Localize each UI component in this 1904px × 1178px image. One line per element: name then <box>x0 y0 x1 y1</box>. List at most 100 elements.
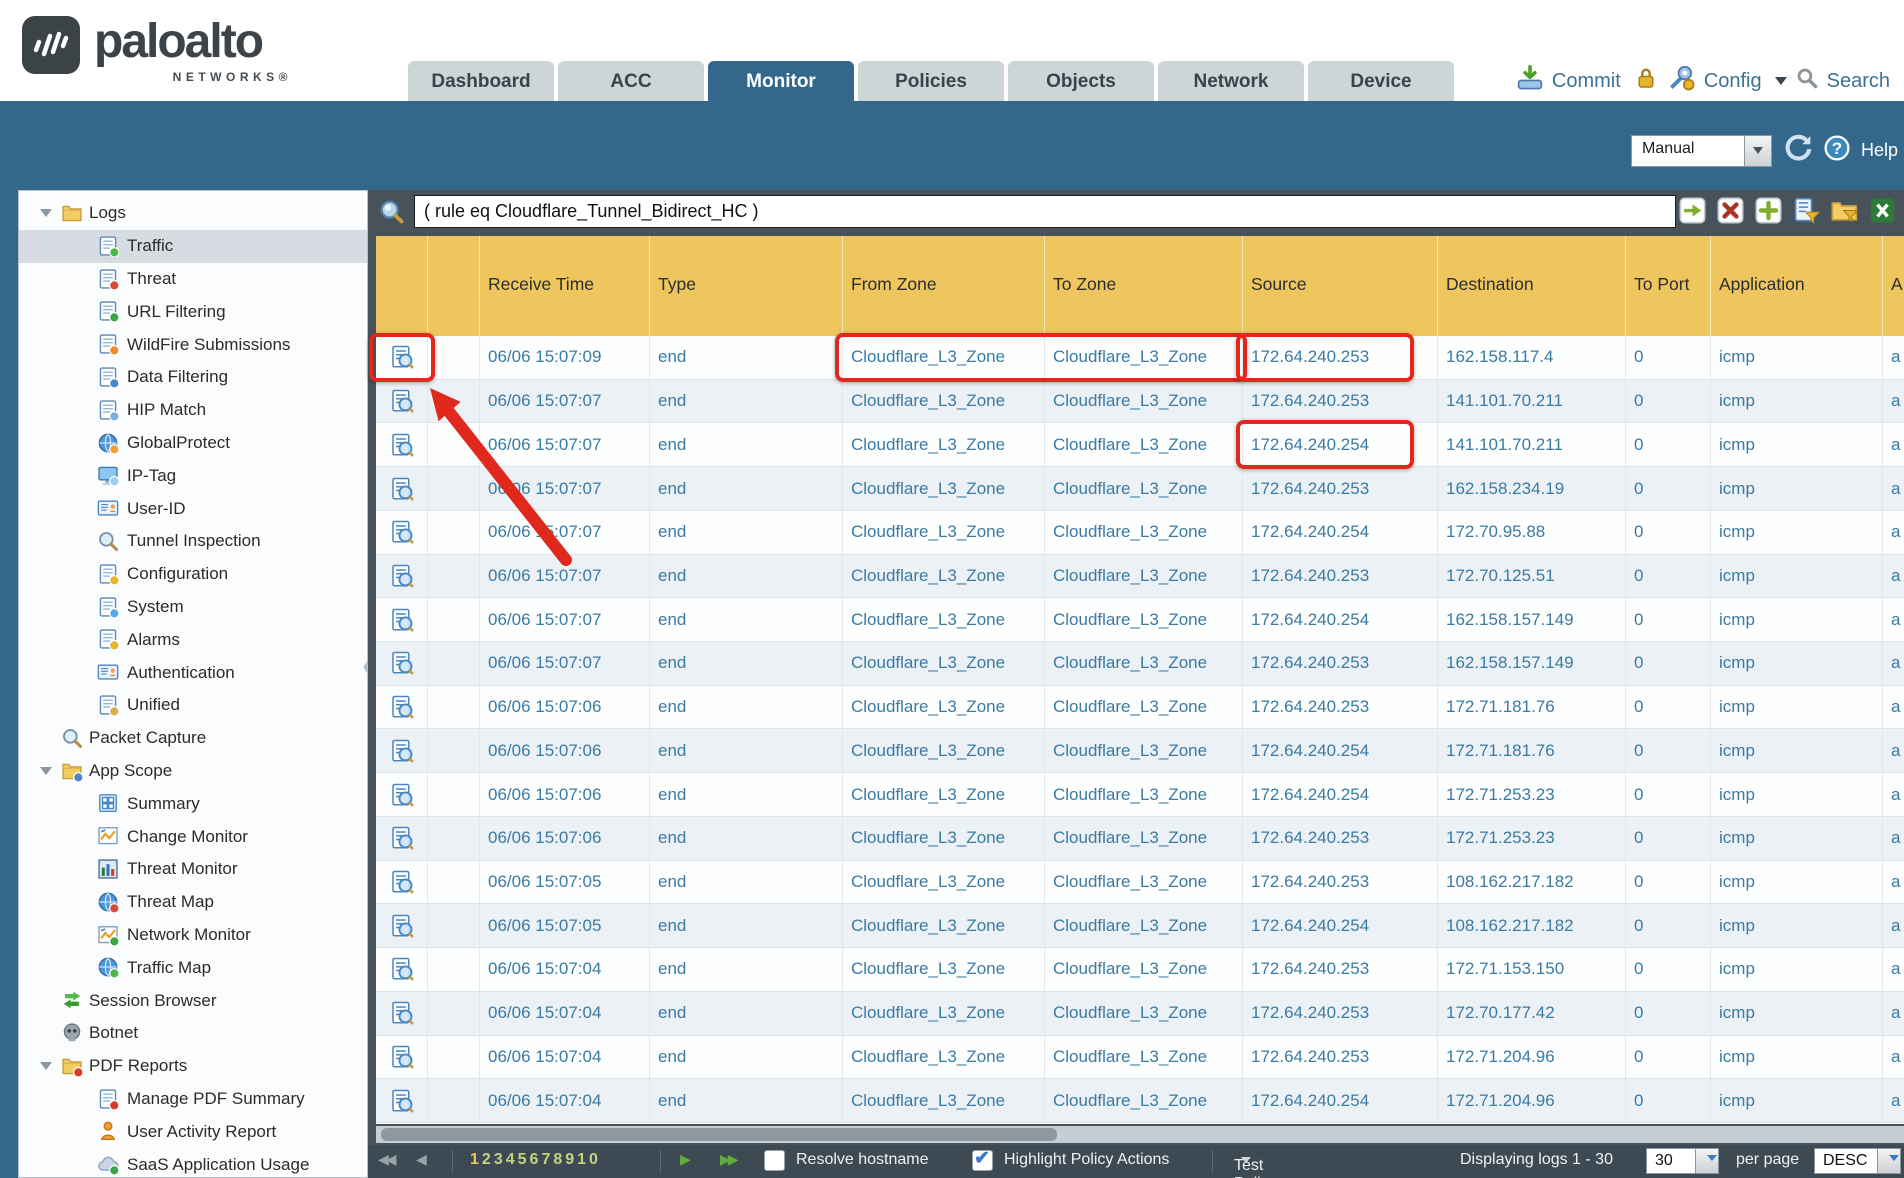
first-page-button[interactable]: ◀◀ <box>378 1151 394 1168</box>
cell-receive_time[interactable]: 06/06 15:07:07 <box>480 511 650 554</box>
page-number-2[interactable]: 2 <box>482 1151 494 1168</box>
cell-destination[interactable]: 172.71.253.23 <box>1438 817 1626 860</box>
search-icon[interactable] <box>1796 67 1818 95</box>
cell-destination[interactable]: 108.162.217.182 <box>1438 904 1626 947</box>
log-detail-icon[interactable] <box>390 433 414 457</box>
cell-receive_time[interactable]: 06/06 15:07:06 <box>480 773 650 816</box>
log-detail-icon[interactable] <box>390 345 414 369</box>
cell-to_port[interactable]: 0 <box>1626 598 1711 641</box>
config-link[interactable]: Config <box>1704 70 1762 93</box>
tree-expander-icon[interactable] <box>40 209 52 217</box>
cell-type[interactable]: end <box>650 423 843 466</box>
sidebar-item-threat-map[interactable]: Threat Map <box>19 886 367 919</box>
cell-destination[interactable]: 141.101.70.211 <box>1438 423 1626 466</box>
cell-to_port[interactable]: 0 <box>1626 642 1711 685</box>
cell-action[interactable]: a <box>1883 555 1904 598</box>
horizontal-scrollbar[interactable] <box>376 1126 1904 1143</box>
help-icon[interactable]: ? <box>1824 135 1850 166</box>
cell-source[interactable]: 172.64.240.253 <box>1243 1036 1438 1079</box>
cell-type[interactable]: end <box>650 555 843 598</box>
log-detail-icon[interactable] <box>390 1045 414 1069</box>
sidebar-item-hip-match[interactable]: HIP Match <box>19 394 367 427</box>
cell-to_port[interactable]: 0 <box>1626 817 1711 860</box>
cell-receive_time[interactable]: 06/06 15:07:07 <box>480 642 650 685</box>
cell-to_port[interactable]: 0 <box>1626 686 1711 729</box>
load-filter-icon[interactable] <box>1831 197 1858 224</box>
cell-action[interactable]: a <box>1883 948 1904 991</box>
sidebar-item-network-monitor[interactable]: Network Monitor <box>19 919 367 952</box>
log-filter-input[interactable] <box>414 195 1676 228</box>
cell-type[interactable]: end <box>650 1036 843 1079</box>
cell-application[interactable]: icmp <box>1711 467 1883 510</box>
cell-application[interactable]: icmp <box>1711 380 1883 423</box>
sidebar-item-threat-monitor[interactable]: Threat Monitor <box>19 853 367 886</box>
search-link[interactable]: Search <box>1827 70 1890 93</box>
cell-type[interactable]: end <box>650 642 843 685</box>
cell-to_port[interactable]: 0 <box>1626 1036 1711 1079</box>
cell-to_zone[interactable]: Cloudflare_L3_Zone <box>1045 948 1243 991</box>
cell-destination[interactable]: 172.70.125.51 <box>1438 555 1626 598</box>
log-detail-icon[interactable] <box>390 564 414 588</box>
cell-type[interactable]: end <box>650 380 843 423</box>
cell-source[interactable]: 172.64.240.253 <box>1243 380 1438 423</box>
add-filter-icon[interactable] <box>1755 197 1782 224</box>
cell-source[interactable]: 172.64.240.254 <box>1243 1079 1438 1122</box>
cell-source[interactable]: 172.64.240.254 <box>1243 423 1438 466</box>
column-header-flag[interactable] <box>428 236 480 336</box>
cell-receive_time[interactable]: 06/06 15:07:06 <box>480 817 650 860</box>
cell-from_zone[interactable]: Cloudflare_L3_Zone <box>843 729 1045 772</box>
column-header-source[interactable]: Source <box>1243 236 1438 336</box>
cell-source[interactable]: 172.64.240.254 <box>1243 729 1438 772</box>
cell-receive_time[interactable]: 06/06 15:07:05 <box>480 861 650 904</box>
cell-from_zone[interactable]: Cloudflare_L3_Zone <box>843 555 1045 598</box>
cell-to_zone[interactable]: Cloudflare_L3_Zone <box>1045 861 1243 904</box>
cell-to_port[interactable]: 0 <box>1626 904 1711 947</box>
cell-type[interactable]: end <box>650 948 843 991</box>
cell-from_zone[interactable]: Cloudflare_L3_Zone <box>843 904 1045 947</box>
column-header-application[interactable]: Application <box>1711 236 1883 336</box>
page-number-6[interactable]: 6 <box>530 1151 542 1168</box>
page-number-3[interactable]: 3 <box>494 1151 506 1168</box>
cell-to_port[interactable]: 0 <box>1626 555 1711 598</box>
cell-application[interactable]: icmp <box>1711 1079 1883 1122</box>
column-header-from_zone[interactable]: From Zone <box>843 236 1045 336</box>
cell-to_port[interactable]: 0 <box>1626 729 1711 772</box>
cell-from_zone[interactable]: Cloudflare_L3_Zone <box>843 773 1045 816</box>
cell-type[interactable]: end <box>650 511 843 554</box>
cell-receive_time[interactable]: 06/06 15:07:07 <box>480 467 650 510</box>
cell-action[interactable]: a <box>1883 511 1904 554</box>
cell-to_zone[interactable]: Cloudflare_L3_Zone <box>1045 1036 1243 1079</box>
cell-application[interactable]: icmp <box>1711 423 1883 466</box>
filter-builder-icon[interactable] <box>1793 197 1820 224</box>
cell-from_zone[interactable]: Cloudflare_L3_Zone <box>843 423 1045 466</box>
sidebar-item-url-filtering[interactable]: URL Filtering <box>19 295 367 328</box>
column-header-type[interactable]: Type <box>650 236 843 336</box>
tab-acc[interactable]: ACC <box>558 61 704 101</box>
cell-source[interactable]: 172.64.240.253 <box>1243 555 1438 598</box>
cell-type[interactable]: end <box>650 992 843 1035</box>
cell-source[interactable]: 172.64.240.253 <box>1243 336 1438 379</box>
cell-application[interactable]: icmp <box>1711 861 1883 904</box>
cell-to_zone[interactable]: Cloudflare_L3_Zone <box>1045 423 1243 466</box>
tab-policies[interactable]: Policies <box>858 61 1004 101</box>
sort-order-dropdown-button[interactable] <box>1877 1148 1901 1174</box>
cell-to_zone[interactable]: Cloudflare_L3_Zone <box>1045 467 1243 510</box>
cell-receive_time[interactable]: 06/06 15:07:04 <box>480 948 650 991</box>
tree-expander-icon[interactable] <box>40 767 52 775</box>
log-detail-icon[interactable] <box>390 651 414 675</box>
log-detail-icon[interactable] <box>390 870 414 894</box>
column-header-to_port[interactable]: To Port <box>1626 236 1711 336</box>
tab-monitor[interactable]: Monitor <box>708 61 854 101</box>
log-detail-icon[interactable] <box>390 914 414 938</box>
cell-receive_time[interactable]: 06/06 15:07:09 <box>480 336 650 379</box>
cell-to_zone[interactable]: Cloudflare_L3_Zone <box>1045 992 1243 1035</box>
cell-action[interactable]: a <box>1883 904 1904 947</box>
cell-destination[interactable]: 162.158.157.149 <box>1438 598 1626 641</box>
tab-objects[interactable]: Objects <box>1008 61 1154 101</box>
cell-to_zone[interactable]: Cloudflare_L3_Zone <box>1045 642 1243 685</box>
cell-receive_time[interactable]: 06/06 15:07:06 <box>480 686 650 729</box>
sidebar-item-traffic-map[interactable]: Traffic Map <box>19 951 367 984</box>
cell-to_zone[interactable]: Cloudflare_L3_Zone <box>1045 511 1243 554</box>
column-header-to_zone[interactable]: To Zone <box>1045 236 1243 336</box>
cell-destination[interactable]: 172.71.204.96 <box>1438 1079 1626 1122</box>
